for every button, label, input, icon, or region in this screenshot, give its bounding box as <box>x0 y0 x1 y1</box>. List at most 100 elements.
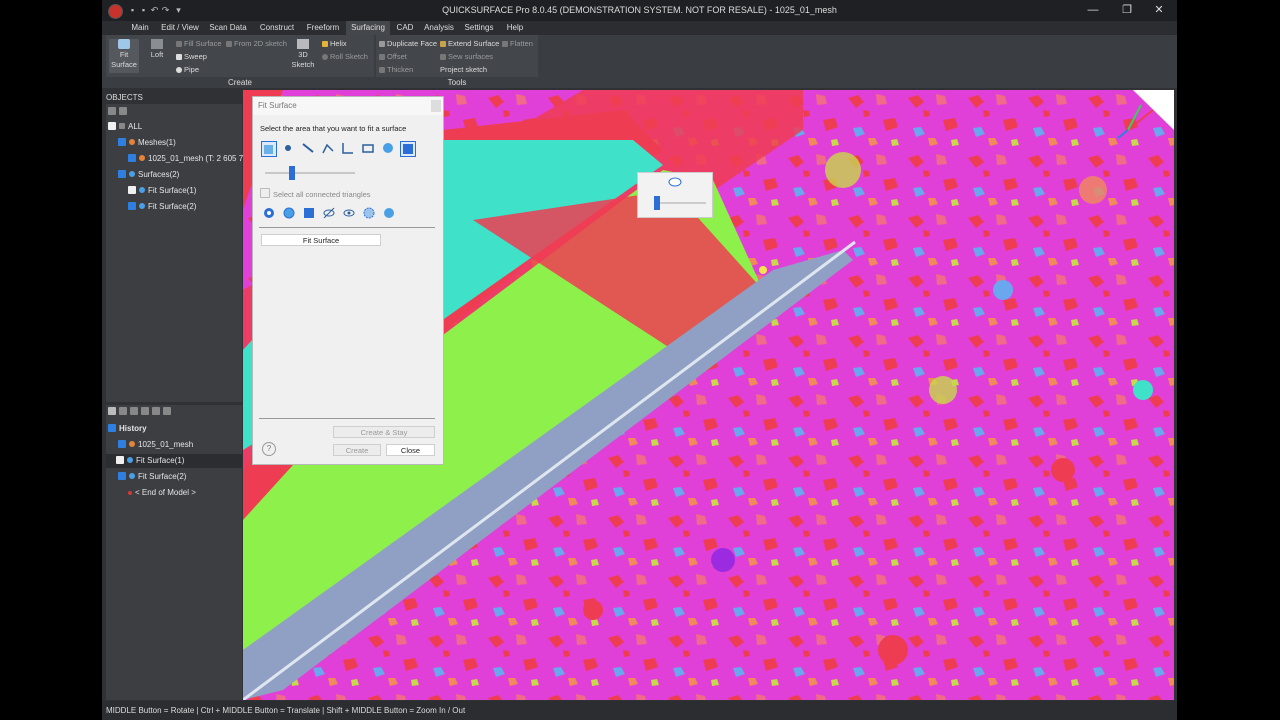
project-sketch-button[interactable]: Project sketch <box>440 65 487 75</box>
select-single-icon[interactable] <box>263 207 275 219</box>
close-button[interactable]: ✕ <box>1148 3 1170 17</box>
tree-item-fit-surface-2[interactable]: Fit Surface(2) <box>128 200 196 214</box>
brush-size-thumb[interactable] <box>654 196 660 210</box>
surface-icon <box>127 457 133 463</box>
surface-select-tool[interactable] <box>400 141 416 157</box>
offset-button[interactable]: Offset <box>379 52 407 62</box>
fit-surface-action-button[interactable]: Fit Surface <box>261 234 381 246</box>
slider-thumb[interactable] <box>289 166 295 180</box>
tree-item-fit-surface-1[interactable]: Fit Surface(1) <box>128 184 196 198</box>
divider <box>259 227 435 228</box>
3d-sketch-button[interactable]: 3D Sketch <box>290 39 316 73</box>
all-icon <box>119 123 125 129</box>
dialog-instruction: Select the area that you want to fit a s… <box>260 124 407 133</box>
line-select-tool[interactable] <box>301 141 317 157</box>
hide-selection-icon[interactable] <box>323 207 335 219</box>
filter-icon[interactable] <box>119 107 127 115</box>
menu-main[interactable]: Main <box>126 21 154 35</box>
tree-item-mesh[interactable]: 1025_01_mesh (T: 2 605 7 <box>128 152 243 166</box>
maximize-button[interactable]: ❐ <box>1116 3 1138 17</box>
menu-edit-view[interactable]: Edit / View <box>158 21 202 35</box>
select-connected-option[interactable]: Select all connected triangles <box>260 188 371 199</box>
history-item[interactable]: Fit Surface(2) <box>118 470 186 484</box>
history-first-icon[interactable] <box>130 407 138 415</box>
close-dialog-button[interactable]: Close <box>386 444 435 456</box>
from-2d-sketch-icon <box>226 41 232 47</box>
tree-item-surfaces[interactable]: Surfaces(2) <box>118 168 179 182</box>
loft-button[interactable]: Loft <box>144 39 170 73</box>
checkbox-meshes[interactable] <box>118 138 126 146</box>
polyline-icon <box>322 143 334 154</box>
history-list-icon[interactable] <box>108 407 116 415</box>
grow-selection-icon[interactable] <box>283 207 295 219</box>
invert-selection-icon[interactable] <box>363 207 375 219</box>
history-tree-icon[interactable] <box>119 407 127 415</box>
tree-item-meshes[interactable]: Meshes(1) <box>118 136 176 150</box>
history-last-icon[interactable] <box>163 407 171 415</box>
select-connected-checkbox[interactable] <box>260 188 270 198</box>
pipe-button[interactable]: Pipe <box>176 65 199 75</box>
from-2d-sketch-button[interactable]: From 2D sketch <box>226 39 287 49</box>
loft-label: Loft <box>150 50 164 59</box>
brush-select-tool[interactable] <box>281 141 297 157</box>
dialog-close-icon[interactable] <box>431 100 441 112</box>
selection-size-slider[interactable] <box>265 166 355 180</box>
history-next-icon[interactable] <box>152 407 160 415</box>
thicken-button[interactable]: Thicken <box>379 65 413 75</box>
fill-surface-button[interactable]: Fill Surface <box>176 39 222 49</box>
create-and-stay-button[interactable]: Create & Stay <box>333 426 435 438</box>
surface-icon <box>129 473 135 479</box>
fit-surface-button[interactable]: Fit Surface <box>109 39 139 73</box>
sew-surfaces-button[interactable]: Sew surfaces <box>440 52 493 62</box>
rectangle-select-tool[interactable] <box>361 141 377 157</box>
checkbox-history-item[interactable] <box>116 456 124 464</box>
checkbox-mesh[interactable] <box>128 154 136 162</box>
menu-cad[interactable]: CAD <box>392 21 418 35</box>
expand-all-icon[interactable] <box>108 107 116 115</box>
menu-freeform[interactable]: Freeform <box>304 21 342 35</box>
history-end-of-model[interactable]: < End of Model > <box>128 486 196 500</box>
circle-select-tool[interactable] <box>381 141 397 157</box>
checkbox-history[interactable] <box>108 424 116 432</box>
fill-selection-icon[interactable] <box>303 207 315 219</box>
sweep-button[interactable]: Sweep <box>176 52 207 62</box>
helix-button[interactable]: Helix <box>322 39 347 49</box>
checkbox-fit-surface-2[interactable] <box>128 202 136 210</box>
extend-surface-button[interactable]: Extend Surface <box>440 39 499 49</box>
menu-bar: Main Edit / View Scan Data Construct Fre… <box>102 21 1177 35</box>
brush-size-slider[interactable] <box>654 196 706 210</box>
tree-item-all[interactable]: ALL <box>108 120 142 134</box>
help-icon[interactable]: ? <box>262 442 276 456</box>
minimize-button[interactable]: — <box>1082 3 1104 17</box>
checkbox-history-item[interactable] <box>118 472 126 480</box>
duplicate-face-icon <box>379 41 385 47</box>
checkbox-history-item[interactable] <box>118 440 126 448</box>
roll-sketch-icon <box>322 54 328 60</box>
checkbox-surfaces[interactable] <box>118 170 126 178</box>
angle-select-tool[interactable] <box>341 141 357 157</box>
mesh-icon <box>139 155 145 161</box>
menu-construct[interactable]: Construct <box>257 21 297 35</box>
fit-surface-label: Fit Surface <box>111 50 137 69</box>
clear-selection-icon[interactable] <box>383 207 395 219</box>
history-item[interactable]: Fit Surface(1) <box>106 454 242 468</box>
checkbox-all[interactable] <box>108 122 116 130</box>
menu-help[interactable]: Help <box>502 21 528 35</box>
duplicate-face-button[interactable]: Duplicate Face <box>379 39 437 49</box>
menu-scan-data[interactable]: Scan Data <box>208 21 248 35</box>
flatten-button[interactable]: Flatten <box>502 39 533 49</box>
history-item-label: Fit Surface(1) <box>136 456 185 465</box>
history-root[interactable]: History <box>108 422 147 436</box>
select-by-cube-tool[interactable] <box>261 141 277 157</box>
show-selection-icon[interactable] <box>343 207 355 219</box>
polyline-select-tool[interactable] <box>321 141 337 157</box>
history-item[interactable]: 1025_01_mesh <box>118 438 193 452</box>
menu-settings[interactable]: Settings <box>462 21 496 35</box>
roll-sketch-button[interactable]: Roll Sketch <box>322 52 368 62</box>
menu-surfacing[interactable]: Surfacing <box>346 21 390 35</box>
checkbox-fit-surface-1[interactable] <box>128 186 136 194</box>
history-item-label: Fit Surface(2) <box>138 472 187 481</box>
create-button[interactable]: Create <box>333 444 381 456</box>
menu-analysis[interactable]: Analysis <box>421 21 457 35</box>
history-prev-icon[interactable] <box>141 407 149 415</box>
